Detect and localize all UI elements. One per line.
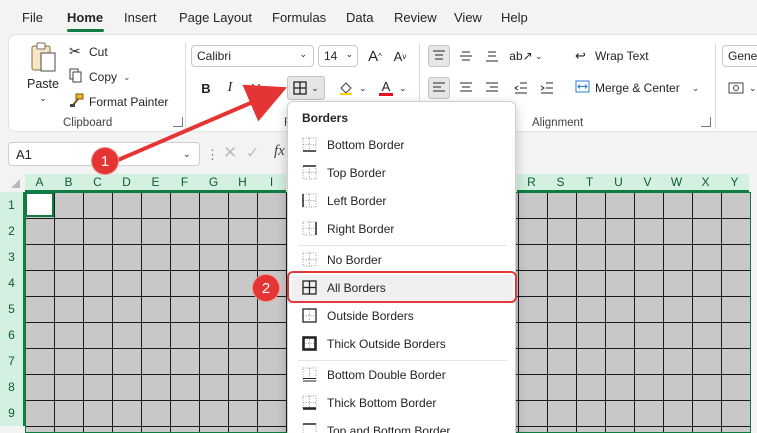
thick-bottom-border-icon — [302, 395, 317, 410]
highlight-box — [287, 271, 517, 303]
menu-item-no-border[interactable]: No Border — [292, 247, 513, 273]
bottom-border-icon — [302, 137, 317, 152]
top-bottom-border-icon — [302, 423, 317, 433]
menu-item-bottom-border[interactable]: Bottom Border — [292, 132, 513, 158]
step-badge-2: 2 — [253, 275, 279, 301]
menu-item-label: Top and Bottom Border — [327, 424, 451, 433]
step-badge-1: 1 — [92, 148, 118, 174]
top-border-icon — [302, 165, 317, 180]
menu-item-label: Bottom Border — [327, 138, 405, 152]
menu-item-label: Outside Borders — [327, 309, 414, 323]
menu-item-label: Top Border — [327, 166, 386, 180]
no-border-icon — [302, 252, 317, 267]
menu-item-label: Left Border — [327, 194, 387, 208]
borders-menu: Borders Bottom Border Top Border Left Bo… — [287, 101, 516, 433]
menu-item-right-border[interactable]: Right Border — [292, 216, 513, 242]
menu-item-thick-outside-borders[interactable]: Thick Outside Borders — [292, 331, 513, 357]
thick-outside-borders-icon — [302, 336, 317, 351]
menu-item-label: No Border — [327, 253, 382, 267]
menu-item-top-bottom-border[interactable]: Top and Bottom Border — [292, 418, 513, 433]
menu-separator — [298, 360, 507, 361]
menu-item-label: Thick Outside Borders — [327, 337, 446, 351]
menu-separator — [298, 245, 507, 246]
left-border-icon — [302, 193, 317, 208]
menu-item-label: Thick Bottom Border — [327, 396, 437, 410]
outside-borders-icon — [302, 308, 317, 323]
right-border-icon — [302, 221, 317, 236]
bottom-double-border-icon — [302, 367, 317, 382]
menu-item-top-border[interactable]: Top Border — [292, 160, 513, 186]
menu-item-thick-bottom-border[interactable]: Thick Bottom Border — [292, 390, 513, 416]
menu-item-label: Right Border — [327, 222, 395, 236]
menu-item-left-border[interactable]: Left Border — [292, 188, 513, 214]
borders-menu-title: Borders — [302, 111, 349, 125]
menu-item-outside-borders[interactable]: Outside Borders — [292, 303, 513, 329]
menu-item-bottom-double-border[interactable]: Bottom Double Border — [292, 362, 513, 388]
menu-item-label: Bottom Double Border — [327, 368, 446, 382]
